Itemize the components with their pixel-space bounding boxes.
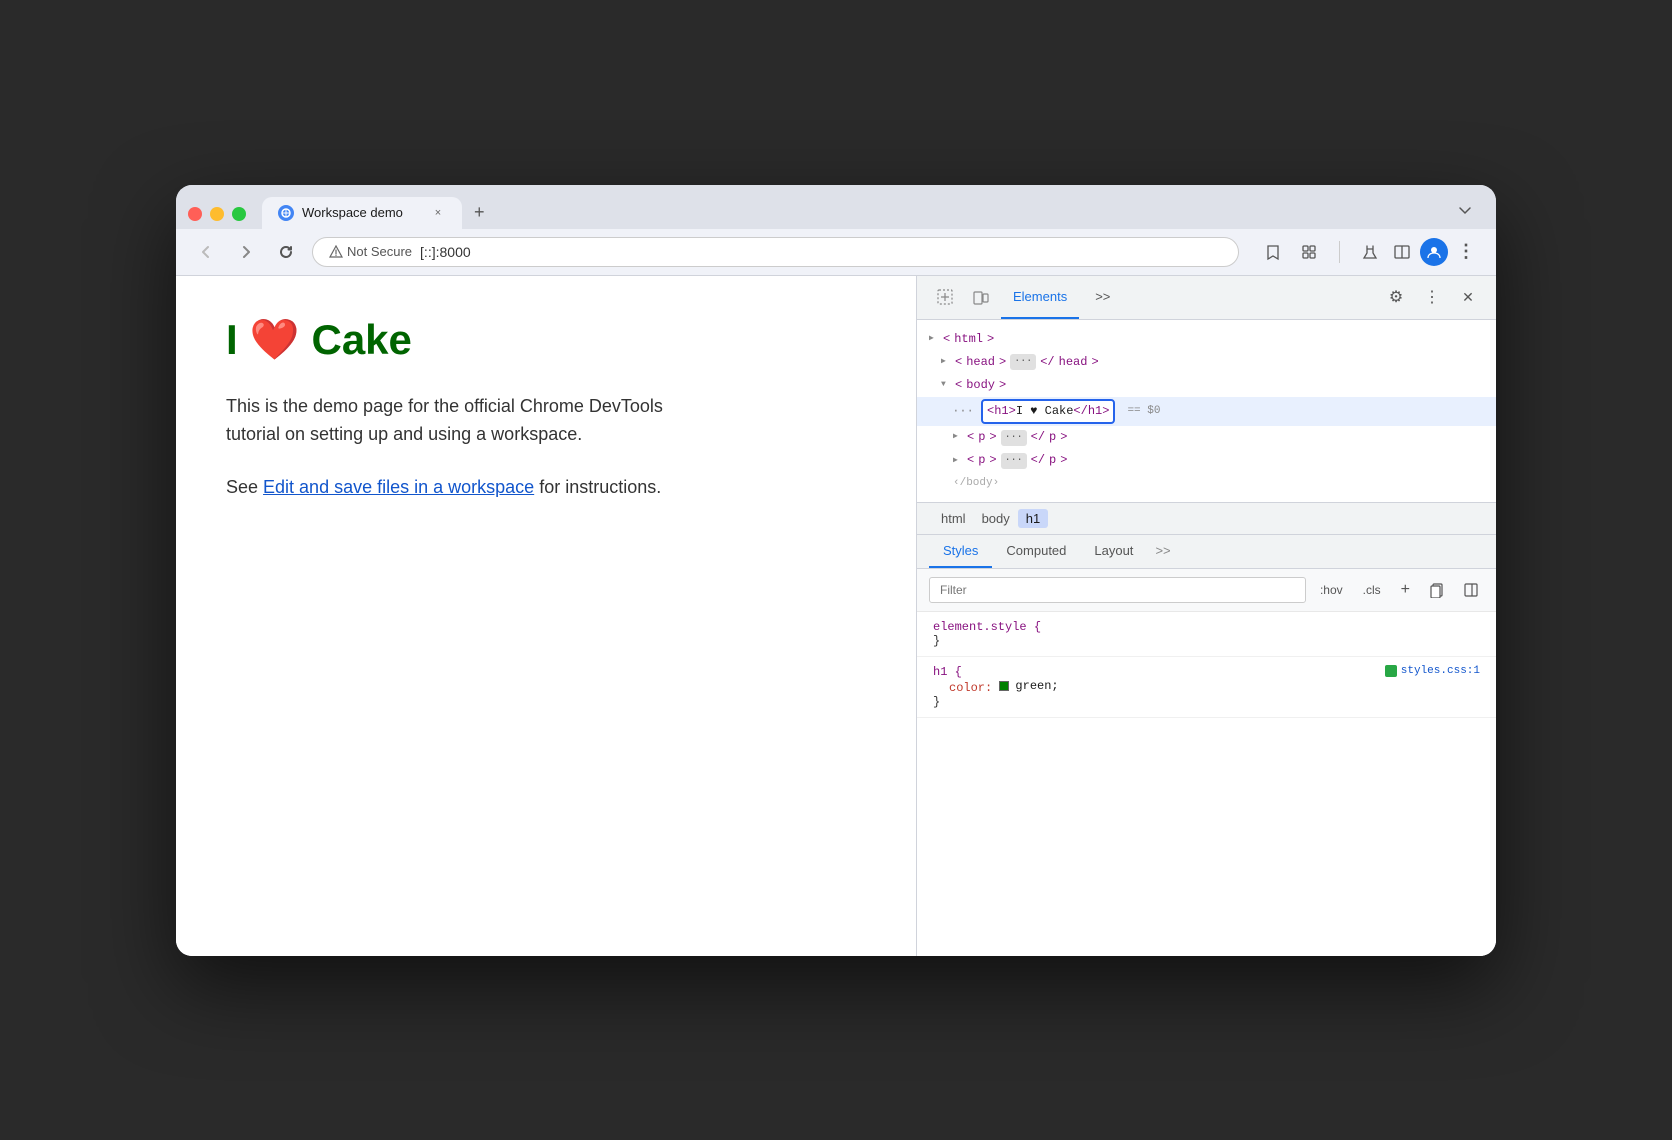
devtools-toolbar-right: ⚙ ⋮ ✕ xyxy=(1380,281,1484,313)
p1-triangle[interactable]: ▶ xyxy=(953,431,963,444)
close-window-button[interactable] xyxy=(188,207,202,221)
elements-tree: ▶ <html> ▶ <head> ··· </head> ▼ <body> ·… xyxy=(917,320,1496,504)
tree-body[interactable]: ▼ <body> xyxy=(917,374,1496,397)
tree-html[interactable]: ▶ <html> xyxy=(917,328,1496,351)
add-style-button[interactable]: + xyxy=(1395,577,1416,603)
devtools-panel: Elements >> ⚙ ⋮ ✕ ▶ <html> xyxy=(916,276,1496,956)
browser-menu-icons: ⋮ xyxy=(1356,238,1480,266)
back-button[interactable] xyxy=(192,238,220,266)
url-text: [::]:8000 xyxy=(420,244,471,260)
p2-triangle[interactable]: ▶ xyxy=(953,455,963,468)
styles-panel-content: element.style { } h1 { styles.css:1 xyxy=(917,612,1496,955)
new-tab-button[interactable]: + xyxy=(462,195,497,229)
profile-avatar[interactable] xyxy=(1420,238,1448,266)
html-triangle[interactable]: ▶ xyxy=(929,333,939,346)
browser-content: I ❤️ Cake This is the demo page for the … xyxy=(176,276,1496,956)
reload-button[interactable] xyxy=(272,238,300,266)
heart-emoji: ❤️ xyxy=(250,316,300,363)
workspace-link[interactable]: Edit and save files in a workspace xyxy=(263,477,534,497)
h1-style-section: h1 { styles.css:1 color: green; xyxy=(917,657,1496,718)
breadcrumb-html[interactable]: html xyxy=(933,509,974,528)
element-style-section: element.style { } xyxy=(917,612,1496,657)
traffic-lights xyxy=(188,207,246,229)
styles-tabs: Styles Computed Layout >> xyxy=(917,535,1496,569)
filter-bar: :hov .cls + xyxy=(917,569,1496,612)
p1-ellipsis[interactable]: ··· xyxy=(1001,430,1027,446)
tab-more[interactable]: >> xyxy=(1083,275,1122,319)
h1-rule-header: h1 { styles.css:1 xyxy=(933,665,1480,679)
head-ellipsis[interactable]: ··· xyxy=(1010,354,1036,370)
forward-button[interactable] xyxy=(232,238,260,266)
heading-cake: Cake xyxy=(311,316,411,364)
h1-highlight: <h1>I ♥ Cake</h1> xyxy=(981,399,1115,424)
styles-more-tabs[interactable]: >> xyxy=(1147,535,1178,568)
toggle-sidebar-button[interactable] xyxy=(1458,577,1484,603)
bookmark-button[interactable] xyxy=(1259,238,1287,266)
breadcrumb-bar: html body h1 xyxy=(917,503,1496,535)
page-paragraph-2: See Edit and save files in a workspace f… xyxy=(226,473,686,502)
not-secure-text: Not Secure xyxy=(347,244,412,259)
tree-p2[interactable]: ▶ <p> ··· </p> xyxy=(917,449,1496,472)
tab-title: Workspace demo xyxy=(302,205,422,220)
para2-before: See xyxy=(226,477,263,497)
tab-styles[interactable]: Styles xyxy=(929,535,992,568)
cls-button[interactable]: .cls xyxy=(1357,579,1387,601)
lab-button[interactable] xyxy=(1356,238,1384,266)
devtools-close-button[interactable]: ✕ xyxy=(1452,281,1484,313)
tree-p1[interactable]: ▶ <p> ··· </p> xyxy=(917,426,1496,449)
color-value-container: green; xyxy=(999,679,1058,693)
tab-favicon xyxy=(278,205,294,221)
page-heading: I ❤️ Cake xyxy=(226,316,866,364)
devtools-toolbar: Elements >> ⚙ ⋮ ✕ xyxy=(917,276,1496,320)
address-bar: Not Secure [::]:8000 ⋮ xyxy=(176,229,1496,276)
not-secure-indicator: Not Secure xyxy=(329,244,412,259)
devtools-menu-button[interactable]: ⋮ xyxy=(1416,281,1448,313)
tree-body-close: ‹/body› xyxy=(917,473,1496,495)
tree-head[interactable]: ▶ <head> ··· </head> xyxy=(917,351,1496,374)
page-paragraph-1: This is the demo page for the official C… xyxy=(226,392,686,450)
tab-bar: Workspace demo × + xyxy=(176,185,1496,229)
element-style-close: } xyxy=(933,634,1480,648)
minimize-window-button[interactable] xyxy=(210,207,224,221)
tree-h1[interactable]: ··· <h1>I ♥ Cake</h1> == $0 xyxy=(917,397,1496,426)
extension-button[interactable] xyxy=(1295,238,1323,266)
url-bar[interactable]: Not Secure [::]:8000 xyxy=(312,237,1239,267)
active-tab[interactable]: Workspace demo × xyxy=(262,197,462,229)
browser-window: Workspace demo × + Not Secure [::]:8000 xyxy=(176,185,1496,956)
para2-after: for instructions. xyxy=(534,477,661,497)
head-triangle[interactable]: ▶ xyxy=(941,356,951,369)
address-actions xyxy=(1259,238,1323,266)
source-file-icon xyxy=(1385,665,1397,677)
color-swatch-green[interactable] xyxy=(999,681,1009,691)
maximize-window-button[interactable] xyxy=(232,207,246,221)
device-toolbar-button[interactable] xyxy=(965,281,997,313)
p2-ellipsis[interactable]: ··· xyxy=(1001,453,1027,469)
h1-color-rule: color: green; xyxy=(933,679,1480,695)
styles-filter-input[interactable] xyxy=(929,577,1306,603)
page-content: I ❤️ Cake This is the demo page for the … xyxy=(176,276,916,956)
split-button[interactable] xyxy=(1388,238,1416,266)
copy-styles-button[interactable] xyxy=(1424,577,1450,603)
dollar-sign-indicator: == $0 xyxy=(1127,403,1160,421)
hov-button[interactable]: :hov xyxy=(1314,579,1349,601)
tab-layout[interactable]: Layout xyxy=(1080,535,1147,568)
h1-dots[interactable]: ··· xyxy=(953,402,973,421)
breadcrumb-body[interactable]: body xyxy=(974,509,1018,528)
source-link[interactable]: styles.css:1 xyxy=(1385,665,1480,677)
element-style-selector: element.style { xyxy=(933,620,1480,634)
devtools-settings-button[interactable]: ⚙ xyxy=(1380,281,1412,313)
tab-elements[interactable]: Elements xyxy=(1001,275,1079,319)
tab-close-button[interactable]: × xyxy=(430,205,446,221)
heading-i: I xyxy=(226,316,238,364)
tab-dropdown-button[interactable] xyxy=(1446,196,1484,229)
inspect-element-button[interactable] xyxy=(929,281,961,313)
browser-menu-button[interactable]: ⋮ xyxy=(1452,238,1480,266)
breadcrumb-h1[interactable]: h1 xyxy=(1018,509,1048,528)
tab-computed[interactable]: Computed xyxy=(992,535,1080,568)
h1-rule-close: } xyxy=(933,695,1480,709)
body-triangle[interactable]: ▼ xyxy=(941,379,951,392)
